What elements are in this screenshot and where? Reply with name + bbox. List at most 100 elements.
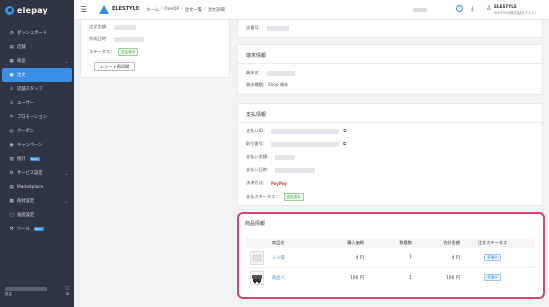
sidebar-item-label: サービス設定 <box>17 171 43 176</box>
campaign-icon: ◉ <box>9 142 14 148</box>
sidebar-item-screen-settings[interactable]: ▢ 画面設定 <box>0 208 74 222</box>
redacted-value <box>271 128 340 134</box>
store-icon: ▤ <box>9 44 14 50</box>
sidebar-item-label: Marketplace <box>17 184 44 190</box>
sidebar-item-marketplace[interactable]: ▤ Marketplace <box>0 180 74 194</box>
sidebar-item-label: 店舗 <box>17 45 26 50</box>
logout-icon[interactable]: ⇲ <box>65 292 69 297</box>
product-quantity: 1 <box>409 275 412 281</box>
sidebar-item-campaign[interactable]: ◉ キャンペーン <box>0 138 74 152</box>
promotion-icon: ✎ <box>9 114 14 120</box>
copy-icon[interactable]: ▢ <box>65 286 69 291</box>
header-user-name[interactable]: ELESTYLE <box>494 4 517 9</box>
chevron-down-icon: ⌄ <box>64 170 68 176</box>
service-settings-icon: ⚙ <box>9 170 14 176</box>
column-header: 数量数 <box>399 240 412 245</box>
sidebar-item-label: ダッシュボード <box>17 31 48 36</box>
sidebar-item-label: クーポン <box>17 129 35 134</box>
payment-id-label: 支払いID： <box>246 128 268 133</box>
staff-icon: ♙ <box>9 86 14 92</box>
redacted-value <box>113 24 136 30</box>
sidebar-item-label: プロモーション <box>17 115 47 120</box>
payment-date-label: 支払い日時： <box>246 167 272 172</box>
redacted-value <box>275 167 316 173</box>
stats-icon: ▥ <box>9 156 14 162</box>
settings-label[interactable]: 設定 <box>5 292 12 297</box>
order-status-badge: 準備中 <box>484 274 501 281</box>
breadcrumb-oneqr[interactable]: OneQR <box>164 7 179 13</box>
sidebar-item-coupon[interactable]: ◎ クーポン <box>0 124 74 138</box>
created-at-label: 作成日時： <box>89 36 110 41</box>
product-price: 100 円 <box>350 276 364 281</box>
marketplace-icon: ▤ <box>9 184 14 190</box>
product-name-link[interactable]: 商品 C <box>269 275 317 281</box>
terminal-name-label: 端末名： <box>246 70 263 75</box>
table-header: 商品名 購入価格 数量数 合計金額 注文ステータス <box>245 238 535 248</box>
redacted-value <box>266 25 289 31</box>
sidebar-item-label: キャンペーン <box>17 143 43 148</box>
terminal-type-label: 端末種類： <box>246 82 267 87</box>
header-user-company: ELESTYLE株式会社(テスト) <box>494 10 536 15</box>
payment-info-card: 支払情報 支払いID： ⧉ 取引番号： ⧉ 支払い金額： 支払い日時： 決済方法… <box>237 103 543 206</box>
sidebar-item-dashboard[interactable]: ◔ ダッシュボード <box>0 26 74 40</box>
payment-amount-label: 支払い金額： <box>246 154 272 159</box>
user-avatar-icon[interactable]: ♙ <box>486 5 491 12</box>
elepay-logo-icon <box>5 5 14 15</box>
terminal-info-card: 端末情報 端末名： 端末種類： Shop 端末 <box>237 44 543 95</box>
terminal-card-title: 端末情報 <box>246 53 267 59</box>
sidebar-item-stats[interactable]: ▥ 統計 Beta <box>0 152 74 166</box>
help-icon[interactable]: ? <box>456 5 463 12</box>
product-total: 100 円 <box>446 276 460 281</box>
table-row: 商品 C 100 円 1 100 円 準備中 <box>245 268 535 288</box>
chevron-down-icon: ⌄ <box>64 58 68 64</box>
menu-icon[interactable]: ☰ <box>80 5 87 14</box>
sidebar-item-store-staff[interactable]: ♙ 店舗スタッフ <box>0 82 74 96</box>
user-icon: ♙ <box>9 100 14 106</box>
transaction-number-label: 取引番号： <box>246 141 267 146</box>
product-name-link[interactable]: レジ袋 <box>269 255 317 261</box>
status-label: ステータス： <box>89 49 115 54</box>
sidebar-item-tool[interactable]: ⚒ ツール Beta <box>0 222 74 236</box>
table-row: レジ袋 4 円 1 4 円 準備中 <box>245 248 535 268</box>
paypay-logo: PayPay <box>270 180 287 186</box>
order-status-badge: 準備中 <box>484 253 501 261</box>
download-icon[interactable]: ⤓ <box>471 5 474 13</box>
payment-method-label: 決済方法： <box>246 180 267 185</box>
product-price: 4 円 <box>355 255 364 261</box>
order-amount-label: 注文金額： <box>89 24 110 29</box>
beta-badge: Beta <box>29 156 40 162</box>
product-thumbnail <box>250 271 264 285</box>
order-info-card: 注文金額： 作成日時： ステータス： 支払済み レシート再印刷 <box>80 20 230 78</box>
sidebar-item-user[interactable]: ♙ ユーザー <box>0 96 74 110</box>
elepay-logo[interactable]: elepay <box>5 4 48 16</box>
column-header: 注文ステータス <box>477 240 508 245</box>
sidebar-item-promotion[interactable]: ✎ プロモーション <box>0 110 74 124</box>
sidebar-nav: ◔ ダッシュボード ▤ 店舗 ▦ 商品 ⌄ ▣ 注文 ♙ 店舗スタッフ ♙ ユー… <box>0 26 74 236</box>
reprint-receipt-button[interactable]: レシート再印刷 <box>94 62 136 71</box>
product-total: 4 円 <box>451 255 460 261</box>
sidebar-item-product[interactable]: ▦ 商品 ⌄ <box>0 54 74 68</box>
store-info-card: 店番号： <box>237 20 543 38</box>
sidebar-item-order[interactable]: ▣ 注文 <box>2 68 72 82</box>
brand-name: elepay <box>17 5 48 15</box>
copy-icon[interactable]: ⧉ <box>343 141 346 147</box>
sidebar-item-label: 画面設定 <box>17 213 35 218</box>
order-icon: ▣ <box>9 72 14 78</box>
coupon-icon: ◎ <box>9 128 14 134</box>
sidebar-item-label: 統計 <box>17 157 26 162</box>
breadcrumb-home[interactable]: ホーム <box>146 7 159 13</box>
breadcrumb: ホーム / OneQR / 注文一覧 / 注文詳細 <box>146 7 225 13</box>
status-badge: 支払済み <box>283 193 304 201</box>
redacted-text <box>413 8 427 12</box>
product-icon: ▦ <box>9 58 14 64</box>
redacted-value <box>266 70 295 76</box>
redacted-value <box>275 154 296 160</box>
beta-badge: Beta <box>33 226 44 232</box>
redacted-value <box>270 141 339 147</box>
copy-icon[interactable]: ⧉ <box>343 128 346 134</box>
payment-card-title: 支払情報 <box>246 112 267 118</box>
sidebar-item-service-settings[interactable]: ⚙ サービス設定 ⌄ <box>0 166 74 180</box>
breadcrumb-order-list[interactable]: 注文一覧 <box>185 7 202 13</box>
sidebar-item-merchandise-settings[interactable]: ▦ 商材設定 ⌄ <box>0 194 74 208</box>
sidebar-item-store[interactable]: ▤ 店舗 <box>0 40 74 54</box>
